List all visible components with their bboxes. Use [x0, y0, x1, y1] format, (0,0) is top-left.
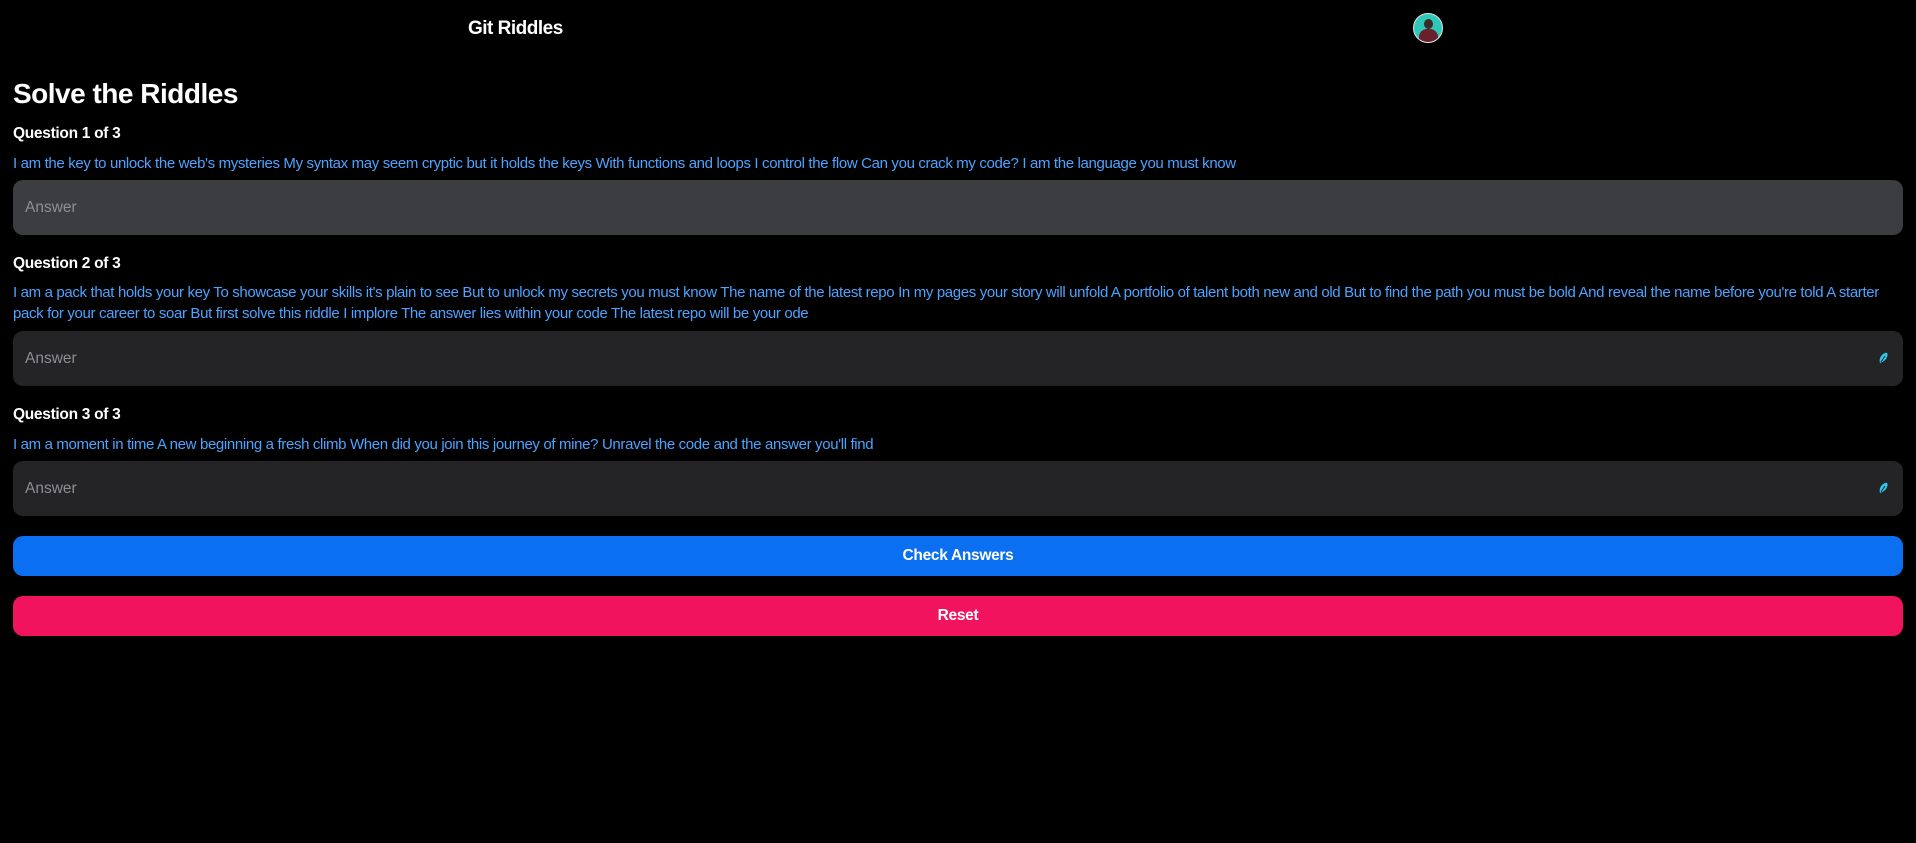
question-3-text: I am a moment in time A new beginning a … [13, 436, 874, 453]
app-title: Git Riddles [468, 18, 563, 39]
reset-button[interactable]: Reset [13, 596, 1903, 636]
answer-2-input[interactable] [13, 331, 1903, 386]
answer-3-input[interactable] [13, 461, 1903, 516]
autofill-key-icon[interactable] [1877, 352, 1889, 364]
answer-1-field[interactable] [13, 180, 1903, 235]
answer-3-field[interactable] [13, 461, 1903, 516]
question-1-text: I am the key to unlock the web's mysteri… [13, 155, 1236, 172]
avatar-head [1424, 19, 1433, 29]
answer-1-input[interactable] [13, 180, 1903, 235]
answer-2-field[interactable] [13, 331, 1903, 386]
page-title: Solve the Riddles [13, 78, 238, 109]
question-1-label: Question 1 of 3 [13, 125, 121, 142]
user-avatar[interactable] [1413, 13, 1443, 43]
question-3-label: Question 3 of 3 [13, 406, 121, 423]
check-answers-button[interactable]: Check Answers [13, 536, 1903, 576]
riddles-form: Solve the Riddles Question 1 of 3 I am t… [0, 77, 1916, 636]
top-bar: Git Riddles [0, 0, 1916, 58]
avatar-body [1419, 29, 1438, 42]
question-2-label: Question 2 of 3 [13, 255, 121, 272]
question-2-text: I am a pack that holds your key To showc… [13, 284, 1879, 322]
autofill-key-icon[interactable] [1877, 482, 1889, 494]
